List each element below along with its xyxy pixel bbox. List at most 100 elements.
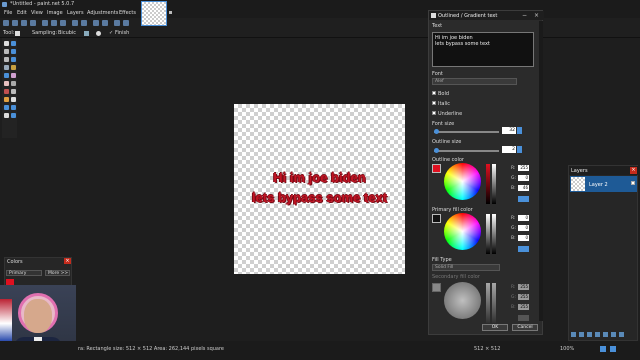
ok-button[interactable]: OK (482, 324, 508, 331)
delete-layer-icon[interactable] (579, 332, 584, 337)
primary-value-bar[interactable] (486, 214, 490, 254)
recolor-icon[interactable] (4, 97, 9, 102)
shapes-icon[interactable] (11, 105, 16, 110)
zoom-in-icon[interactable] (600, 346, 606, 352)
merge-layer-icon[interactable] (595, 332, 600, 337)
outlined-text-icon[interactable] (4, 113, 9, 118)
tab-menu-icon[interactable] (169, 11, 172, 14)
primary-alpha-bar[interactable] (492, 214, 496, 254)
zoom-icon[interactable] (11, 57, 16, 62)
outline-b-input[interactable]: 46 (518, 185, 529, 191)
line-curve-icon[interactable] (4, 105, 9, 110)
pencil-icon[interactable] (11, 81, 16, 86)
new-icon[interactable] (3, 20, 9, 26)
outline-size-reset-button[interactable] (517, 146, 522, 153)
primary-g-input[interactable]: 0 (518, 225, 529, 231)
grid-icon[interactable] (114, 20, 120, 26)
minimize-icon[interactable]: − (522, 12, 527, 19)
outline-color-more-button[interactable] (518, 196, 529, 202)
outline-r-input[interactable]: 255 (518, 165, 529, 171)
clone-stamp-icon[interactable] (11, 89, 16, 94)
primary-fill-swatch[interactable] (432, 214, 441, 223)
menu-edit[interactable]: Edit (17, 10, 27, 16)
antialias-icon[interactable] (84, 31, 89, 36)
eraser-icon[interactable] (4, 81, 9, 86)
font-size-slider-handle[interactable] (434, 129, 439, 134)
font-size-input[interactable]: 32 (502, 127, 516, 134)
effect-tool-icon[interactable] (11, 113, 16, 118)
move-layer-up-icon[interactable] (603, 332, 608, 337)
menu-adjustments[interactable]: Adjustments (87, 10, 118, 16)
copy-icon[interactable] (51, 20, 57, 26)
primary-b-input[interactable]: 0 (518, 235, 529, 241)
dialog-scrollbar[interactable] (539, 21, 543, 321)
color-mode-dropdown[interactable]: Primary (6, 270, 42, 276)
move-layer-down-icon[interactable] (611, 332, 616, 337)
bold-checkbox[interactable] (432, 91, 436, 95)
tool-picker-icon[interactable] (15, 31, 20, 36)
save-icon[interactable] (21, 20, 27, 26)
primary-fill-wheel[interactable] (444, 213, 481, 250)
outline-color-swatch[interactable] (432, 164, 441, 173)
redo-icon[interactable] (102, 20, 108, 26)
paint-bucket-icon[interactable] (11, 65, 16, 70)
magic-wand-icon[interactable] (4, 65, 9, 70)
ellipse-select-icon[interactable] (4, 57, 9, 62)
paste-icon[interactable] (60, 20, 66, 26)
ruler-icon[interactable] (123, 20, 129, 26)
outline-alpha-bar[interactable] (492, 164, 496, 204)
cut-icon[interactable] (42, 20, 48, 26)
zoom-level[interactable]: 100% (560, 346, 574, 352)
blend-mode-icon[interactable] (96, 31, 101, 36)
deselect-icon[interactable] (81, 20, 87, 26)
italic-checkbox[interactable] (432, 101, 436, 105)
finish-button[interactable]: Finish (115, 30, 129, 36)
menu-file[interactable]: File (4, 10, 12, 16)
image-thumbnail-tab[interactable] (141, 1, 167, 26)
menu-layers[interactable]: Layers (67, 10, 84, 16)
layer-properties-icon[interactable] (619, 332, 624, 337)
layer-row[interactable]: Layer 2 (570, 176, 637, 192)
menu-view[interactable]: View (31, 10, 43, 16)
crop-icon[interactable] (72, 20, 78, 26)
menu-image[interactable]: Image (47, 10, 63, 16)
text-input[interactable]: Hi im joe biden lets bypass some text (432, 32, 534, 67)
text-icon[interactable] (11, 97, 16, 102)
open-icon[interactable] (12, 20, 18, 26)
more-colors-button[interactable]: More >> (45, 270, 70, 276)
gradient-icon[interactable] (4, 73, 9, 78)
font-dropdown[interactable]: Alef (432, 78, 517, 85)
cancel-button[interactable]: Cancel (512, 324, 538, 331)
font-size-slider-track[interactable] (434, 131, 499, 133)
image-canvas[interactable]: Hi im joe biden lets bypass some text (234, 104, 405, 274)
move-selection-icon[interactable] (4, 41, 9, 46)
underline-checkbox[interactable] (432, 111, 436, 115)
color-picker-icon[interactable] (4, 89, 9, 94)
outline-color-wheel[interactable] (444, 163, 481, 200)
close-icon[interactable]: × (64, 258, 71, 264)
sampling-dropdown[interactable]: Bicubic (58, 30, 76, 36)
paintbrush-icon[interactable] (11, 73, 16, 78)
finish-check-icon[interactable]: ✓ (109, 30, 113, 36)
outline-size-input[interactable]: 2 (502, 146, 516, 153)
primary-r-input[interactable]: 0 (518, 215, 529, 221)
print-icon[interactable] (30, 20, 36, 26)
outline-size-slider-handle[interactable] (434, 148, 439, 153)
layer-visibility-checkbox[interactable] (631, 181, 635, 185)
fit-window-icon[interactable] (610, 346, 616, 352)
close-dialog-icon[interactable]: × (534, 12, 539, 19)
font-size-reset-button[interactable] (517, 127, 522, 134)
undo-icon[interactable] (93, 20, 99, 26)
add-layer-icon[interactable] (571, 332, 576, 337)
fill-type-dropdown[interactable]: Solid Fill (432, 264, 500, 271)
duplicate-layer-icon[interactable] (587, 332, 592, 337)
outline-g-input[interactable]: 0 (518, 175, 529, 181)
move-pixels-icon[interactable] (11, 41, 16, 46)
close-layers-icon[interactable]: × (630, 167, 637, 174)
outline-size-slider-track[interactable] (434, 150, 499, 152)
outline-value-bar[interactable] (486, 164, 490, 204)
lasso-select-icon[interactable] (11, 49, 16, 54)
primary-fill-more-button[interactable] (518, 246, 529, 252)
rectangle-select-icon[interactable] (4, 49, 9, 54)
menu-effects[interactable]: Effects (119, 10, 136, 16)
